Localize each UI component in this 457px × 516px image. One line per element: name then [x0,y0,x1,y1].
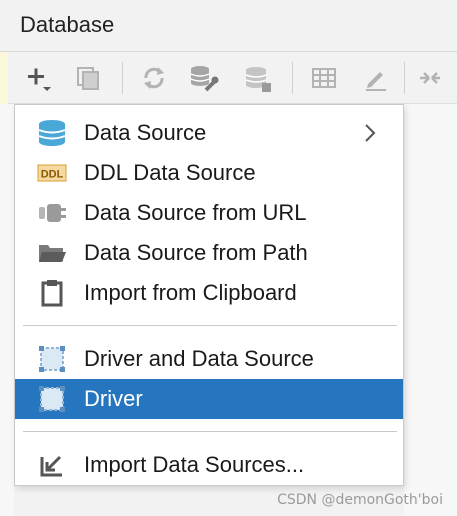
menu-item-data-source[interactable]: Data Source [15,113,403,153]
table-button[interactable] [308,62,340,94]
edit-button[interactable] [360,62,392,94]
clipboard-icon [37,280,67,307]
ddl-icon: DDL [37,160,67,186]
import-icon [37,452,67,478]
menu-separator [23,431,397,432]
add-icon [28,68,51,91]
menu-separator [23,325,397,326]
menu-item-data-source-from-path[interactable]: Data Source from Path [15,233,403,273]
menu-item-label: Driver and Data Source [84,346,314,371]
ddl-badge-text: DDL [41,169,64,181]
add-button[interactable] [22,62,54,94]
db-disconnect-icon [245,67,271,92]
menu-item-label: Import Data Sources... [84,452,305,477]
folder-icon [37,240,67,266]
collapse-icon [420,72,440,84]
driver-icon [37,346,67,372]
url-plug-icon [37,200,67,226]
panel-title: Database [20,12,115,37]
edit-icon [366,72,386,91]
menu-item-label: Data Source from Path [84,240,308,265]
tree-area [0,104,14,516]
data-source-properties-icon [190,66,219,92]
menu-item-driver-and-data-source[interactable]: Driver and Data Source [15,339,403,379]
collapse-button[interactable] [414,62,446,94]
toolbar-separator [292,62,293,94]
toolbar-separator [404,62,405,94]
menu-item-label: Import from Clipboard [84,280,297,305]
new-data-source-menu: Data Source DDL DDL Data Source Data Sou… [14,104,404,486]
database-panel-header: Database [0,0,457,52]
duplicate-icon [77,67,99,90]
refresh-button[interactable] [138,62,170,94]
driver-icon [37,386,67,412]
chevron-right-icon [363,123,377,148]
menu-item-label: DDL Data Source [84,160,256,185]
menu-item-label: Driver [84,386,143,411]
menu-item-driver[interactable]: Driver [15,379,403,419]
tree-area-right [404,104,457,516]
database-toolbar [0,52,457,104]
watermark-text: CSDN @demonGoth'boi [277,492,443,508]
table-icon [312,68,336,88]
data-source-properties-button[interactable] [188,62,220,94]
disconnect-button[interactable] [242,62,274,94]
menu-item-label: Data Source [84,120,207,145]
gutter-strip [0,52,8,104]
menu-item-import-from-clipboard[interactable]: Import from Clipboard [15,273,403,313]
menu-item-import-data-sources[interactable]: Import Data Sources... [15,445,403,485]
database-icon [37,120,67,146]
menu-item-data-source-from-url[interactable]: Data Source from URL [15,193,403,233]
menu-item-ddl-data-source[interactable]: DDL DDL Data Source [15,153,403,193]
menu-item-label: Data Source from URL [84,200,307,225]
refresh-icon [144,67,164,89]
duplicate-button[interactable] [72,62,104,94]
toolbar-separator [122,62,123,94]
